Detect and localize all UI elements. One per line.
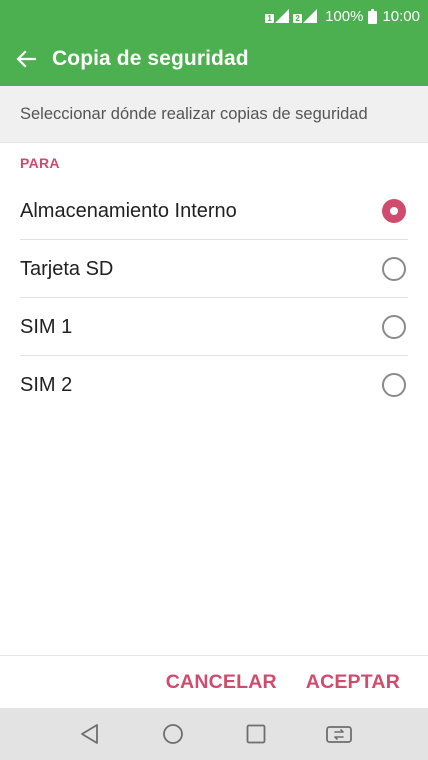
- radio-button[interactable]: [382, 315, 406, 339]
- app-bar: Copia de seguridad: [0, 32, 428, 86]
- radio-button[interactable]: [382, 257, 406, 281]
- sim2-tag: 2: [293, 14, 303, 23]
- option-sim2[interactable]: SIM 2: [0, 356, 428, 414]
- option-label: Almacenamiento Interno: [20, 199, 237, 222]
- option-sim1[interactable]: SIM 1: [0, 298, 428, 356]
- radio-button-checked[interactable]: [382, 199, 406, 223]
- clock: 10:00: [382, 7, 420, 25]
- accept-button[interactable]: ACEPTAR: [306, 671, 400, 694]
- description-header: Seleccionar dónde realizar copias de seg…: [0, 86, 428, 143]
- arrow-left-icon[interactable]: [0, 32, 52, 86]
- navigation-bar: [0, 708, 428, 760]
- status-bar: 1 2 100% 10:00: [0, 0, 428, 32]
- description-text: Seleccionar dónde realizar copias de seg…: [20, 104, 368, 123]
- cancel-button[interactable]: CANCELAR: [166, 671, 277, 694]
- option-sd-card[interactable]: Tarjeta SD: [0, 240, 428, 298]
- page-title: Copia de seguridad: [52, 47, 249, 70]
- option-label: Tarjeta SD: [20, 257, 114, 280]
- options-list: Almacenamiento Interno Tarjeta SD SIM 1 …: [0, 182, 428, 414]
- home-circle-icon[interactable]: [151, 712, 195, 756]
- option-internal-storage[interactable]: Almacenamiento Interno: [0, 182, 428, 240]
- battery-icon: [368, 8, 378, 24]
- option-label: SIM 1: [20, 315, 73, 338]
- radio-button[interactable]: [382, 373, 406, 397]
- sim1-tag: 1: [265, 14, 275, 23]
- battery-percentage: 100%: [325, 7, 364, 25]
- option-label: SIM 2: [20, 373, 73, 396]
- section-label: PARA: [20, 155, 60, 171]
- dual-window-icon[interactable]: [317, 712, 361, 756]
- sim1-signal-icon: 1: [265, 9, 290, 23]
- dialog-button-bar: CANCELAR ACEPTAR: [0, 655, 428, 708]
- sim2-signal-icon: 2: [293, 9, 318, 23]
- recents-square-icon[interactable]: [234, 712, 278, 756]
- back-triangle-icon[interactable]: [68, 712, 112, 756]
